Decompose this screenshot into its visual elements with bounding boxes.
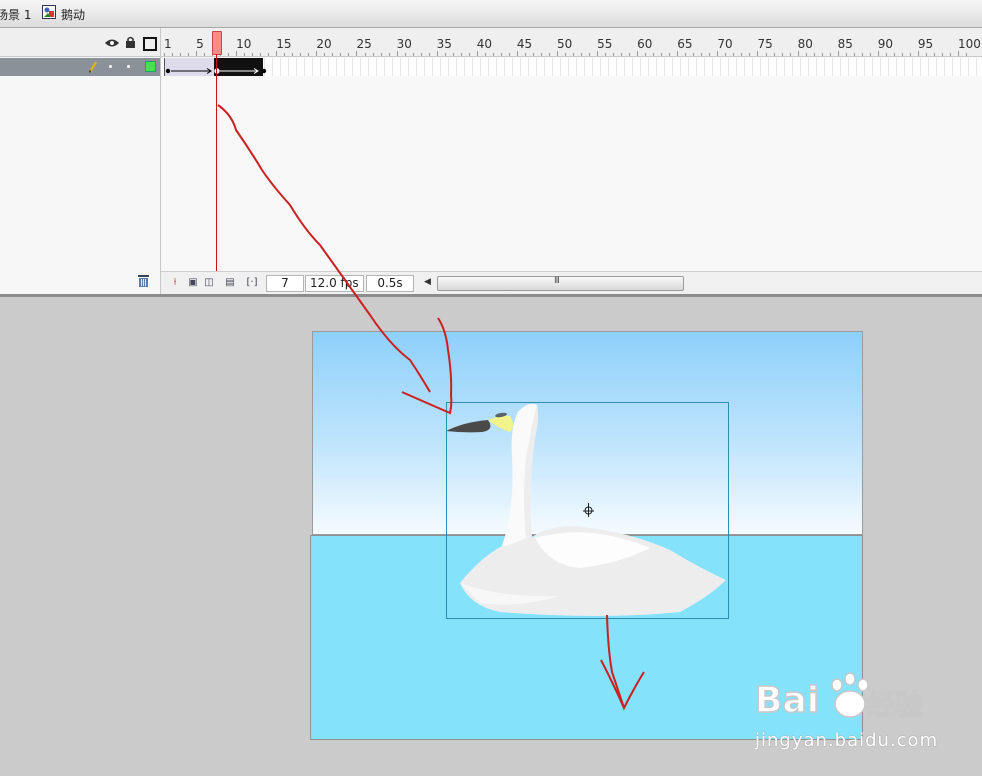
baidu-jingyan-watermark: Bai 经验 jingyan.baidu.com — [754, 672, 955, 752]
baidu-logo: Bai 经验 — [754, 672, 924, 722]
red-arrow-annotation — [217, 104, 645, 711]
watermark-url: jingyan.baidu.com — [755, 730, 939, 751]
svg-text:Bai: Bai — [755, 680, 819, 721]
svg-text:经验: 经验 — [867, 688, 923, 721]
